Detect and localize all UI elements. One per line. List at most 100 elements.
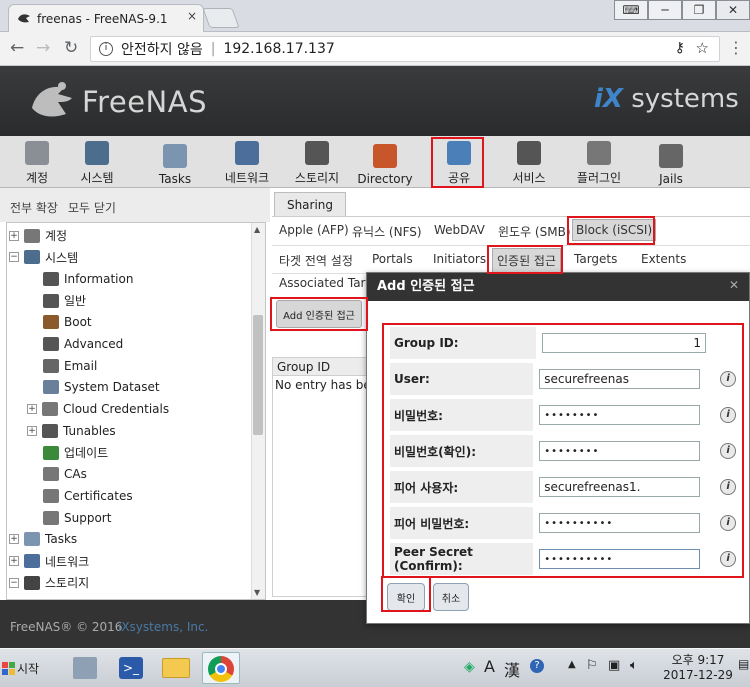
tree-item[interactable]: 업데이트	[43, 442, 108, 463]
nav-system[interactable]: 시스템	[62, 138, 132, 186]
tree-item[interactable]: − 시스템	[9, 247, 78, 268]
expand-all-link[interactable]: 전부 확장	[10, 199, 58, 216]
file-explorer-icon[interactable]	[158, 652, 192, 684]
field-input[interactable]: ••••••••••	[539, 549, 701, 569]
minimize-button[interactable]: ─	[648, 0, 682, 20]
tree-item[interactable]: CAs	[43, 464, 87, 485]
expand-icon[interactable]: +	[9, 230, 19, 241]
url-input[interactable]: i 안전하지 않음 | 192.168.17.137 ⚷ ☆	[90, 36, 720, 62]
field-input[interactable]: ••••••••	[539, 441, 701, 461]
system-clock[interactable]: 오후 9:17 2017-12-29	[658, 653, 738, 683]
menu-icon[interactable]: ⋮	[728, 38, 744, 57]
nav-services[interactable]: 서비스	[494, 138, 564, 186]
help-icon[interactable]: ?	[530, 659, 544, 673]
browser-tab[interactable]: freenas - FreeNAS-9.1 ×	[8, 4, 204, 32]
reload-icon[interactable]: ↻	[64, 38, 78, 58]
new-tab-button[interactable]	[202, 8, 240, 28]
tree-item[interactable]: Certificates	[43, 485, 133, 506]
nav-directory[interactable]: Directory	[350, 138, 420, 186]
info-icon[interactable]: i	[720, 443, 736, 459]
tab-sharing[interactable]: Sharing	[274, 192, 346, 216]
server-manager-icon[interactable]	[68, 652, 102, 684]
tray-expand-icon[interactable]: ▲	[568, 659, 576, 670]
info-icon[interactable]: i	[720, 371, 736, 387]
ime-mode-icon[interactable]: A	[484, 657, 495, 676]
cancel-button[interactable]: 취소	[433, 583, 469, 611]
language-icon[interactable]: ◈	[464, 659, 475, 675]
collapse-icon[interactable]: −	[9, 577, 19, 588]
network-tray-icon[interactable]: ▣	[608, 658, 620, 673]
maximize-button[interactable]: ❐	[682, 0, 716, 20]
dialog-close-icon[interactable]: ✕	[729, 278, 739, 292]
notification-icon[interactable]: ▤	[738, 657, 749, 671]
tree-item[interactable]: Advanced	[43, 334, 123, 355]
tree-item[interactable]: + Tasks	[9, 529, 77, 550]
tree-scroll-thumb[interactable]	[253, 315, 263, 435]
key-icon[interactable]: ⚷	[675, 40, 685, 56]
info-icon[interactable]: i	[720, 407, 736, 423]
volume-icon[interactable]: 🔈︎	[630, 658, 638, 673]
tree-item[interactable]: System Dataset	[43, 377, 160, 398]
chrome-icon[interactable]	[202, 652, 240, 684]
tab-portals[interactable]: Portals	[372, 252, 413, 266]
tree-item[interactable]: Email	[43, 355, 97, 376]
expand-icon[interactable]: +	[9, 556, 19, 566]
info-icon[interactable]: i	[720, 515, 736, 531]
tab-initiators[interactable]: Initiators	[433, 252, 486, 266]
tree-item[interactable]: Boot	[43, 312, 92, 333]
tree-item[interactable]: + Cloud Credentials	[27, 399, 169, 420]
ok-button[interactable]: 확인	[387, 583, 425, 611]
tree-item[interactable]: + Tunables	[27, 420, 116, 441]
collapse-all-link[interactable]: 모두 닫기	[68, 199, 116, 216]
nav-sharing[interactable]: 공유	[424, 138, 494, 186]
close-window-button[interactable]: ✕	[716, 0, 750, 20]
footer-vendor-link[interactable]: iXsystems, Inc.	[118, 620, 208, 634]
tree-item[interactable]: + 계정	[9, 225, 67, 246]
nav-jails[interactable]: Jails	[636, 138, 706, 186]
info-icon[interactable]: i	[720, 479, 736, 495]
expand-icon[interactable]: +	[27, 404, 37, 415]
forward-arrow-icon[interactable]: →	[36, 38, 50, 58]
tab-smb[interactable]: 윈도우 (SMB)	[498, 223, 571, 240]
nav-network[interactable]: 네트워크	[212, 138, 282, 186]
tab-associated-targets[interactable]: Associated Targ	[279, 276, 373, 290]
table-header-group-id[interactable]: Group ID	[273, 358, 369, 376]
expand-icon[interactable]: +	[9, 534, 19, 545]
field-input[interactable]: securefreenas	[539, 369, 701, 389]
tab-authorized-access[interactable]: 인증된 접근	[492, 248, 562, 273]
nav-clock[interactable]: Tasks	[140, 138, 210, 186]
field-input[interactable]: ••••••••••	[539, 513, 701, 533]
expand-icon[interactable]: +	[27, 425, 37, 436]
field-input[interactable]: securefreenas1.	[539, 477, 701, 497]
start-button[interactable]: 시작	[2, 655, 48, 681]
keyboard-icon[interactable]: ⌨	[614, 0, 648, 20]
nav-folder[interactable]: 스토리지	[282, 138, 352, 186]
tab-iscsi[interactable]: Block (iSCSI)	[572, 219, 657, 241]
field-input[interactable]: 1	[542, 333, 706, 353]
tree-item[interactable]: + 네트워크	[9, 551, 89, 572]
scroll-up-icon[interactable]: ▲	[254, 225, 260, 234]
info-icon[interactable]: i	[99, 42, 113, 56]
action-center-flag-icon[interactable]: ⚐	[586, 658, 598, 673]
nav-plugin[interactable]: 플러그인	[564, 138, 634, 186]
tab-close-icon[interactable]: ×	[187, 9, 197, 23]
tree-item[interactable]: 일반	[43, 290, 86, 311]
back-arrow-icon[interactable]: ←	[10, 38, 24, 58]
add-authorized-access-button[interactable]: Add 인증된 접근	[276, 300, 362, 328]
hanja-icon[interactable]: 漢	[504, 657, 520, 681]
tree-scrollbar[interactable]: ▲ ▼	[251, 223, 265, 599]
star-icon[interactable]: ☆	[696, 39, 709, 57]
tab-nfs[interactable]: 유닉스 (NFS)	[352, 223, 422, 240]
tab-webdav[interactable]: WebDAV	[434, 223, 485, 237]
tab-targets[interactable]: Targets	[574, 252, 617, 266]
field-input[interactable]: ••••••••	[539, 405, 701, 425]
tree-item[interactable]: − 스토리지	[9, 572, 89, 593]
info-icon[interactable]: i	[720, 551, 736, 567]
collapse-icon[interactable]: −	[9, 252, 19, 263]
tab-extents[interactable]: Extents	[641, 252, 686, 266]
tab-afp[interactable]: Apple (AFP)	[279, 223, 349, 237]
tree-item[interactable]: Support	[43, 507, 111, 528]
tab-target-global[interactable]: 타겟 전역 설정	[279, 252, 353, 269]
scroll-down-icon[interactable]: ▼	[254, 588, 260, 597]
powershell-icon[interactable]: >_	[114, 652, 148, 684]
